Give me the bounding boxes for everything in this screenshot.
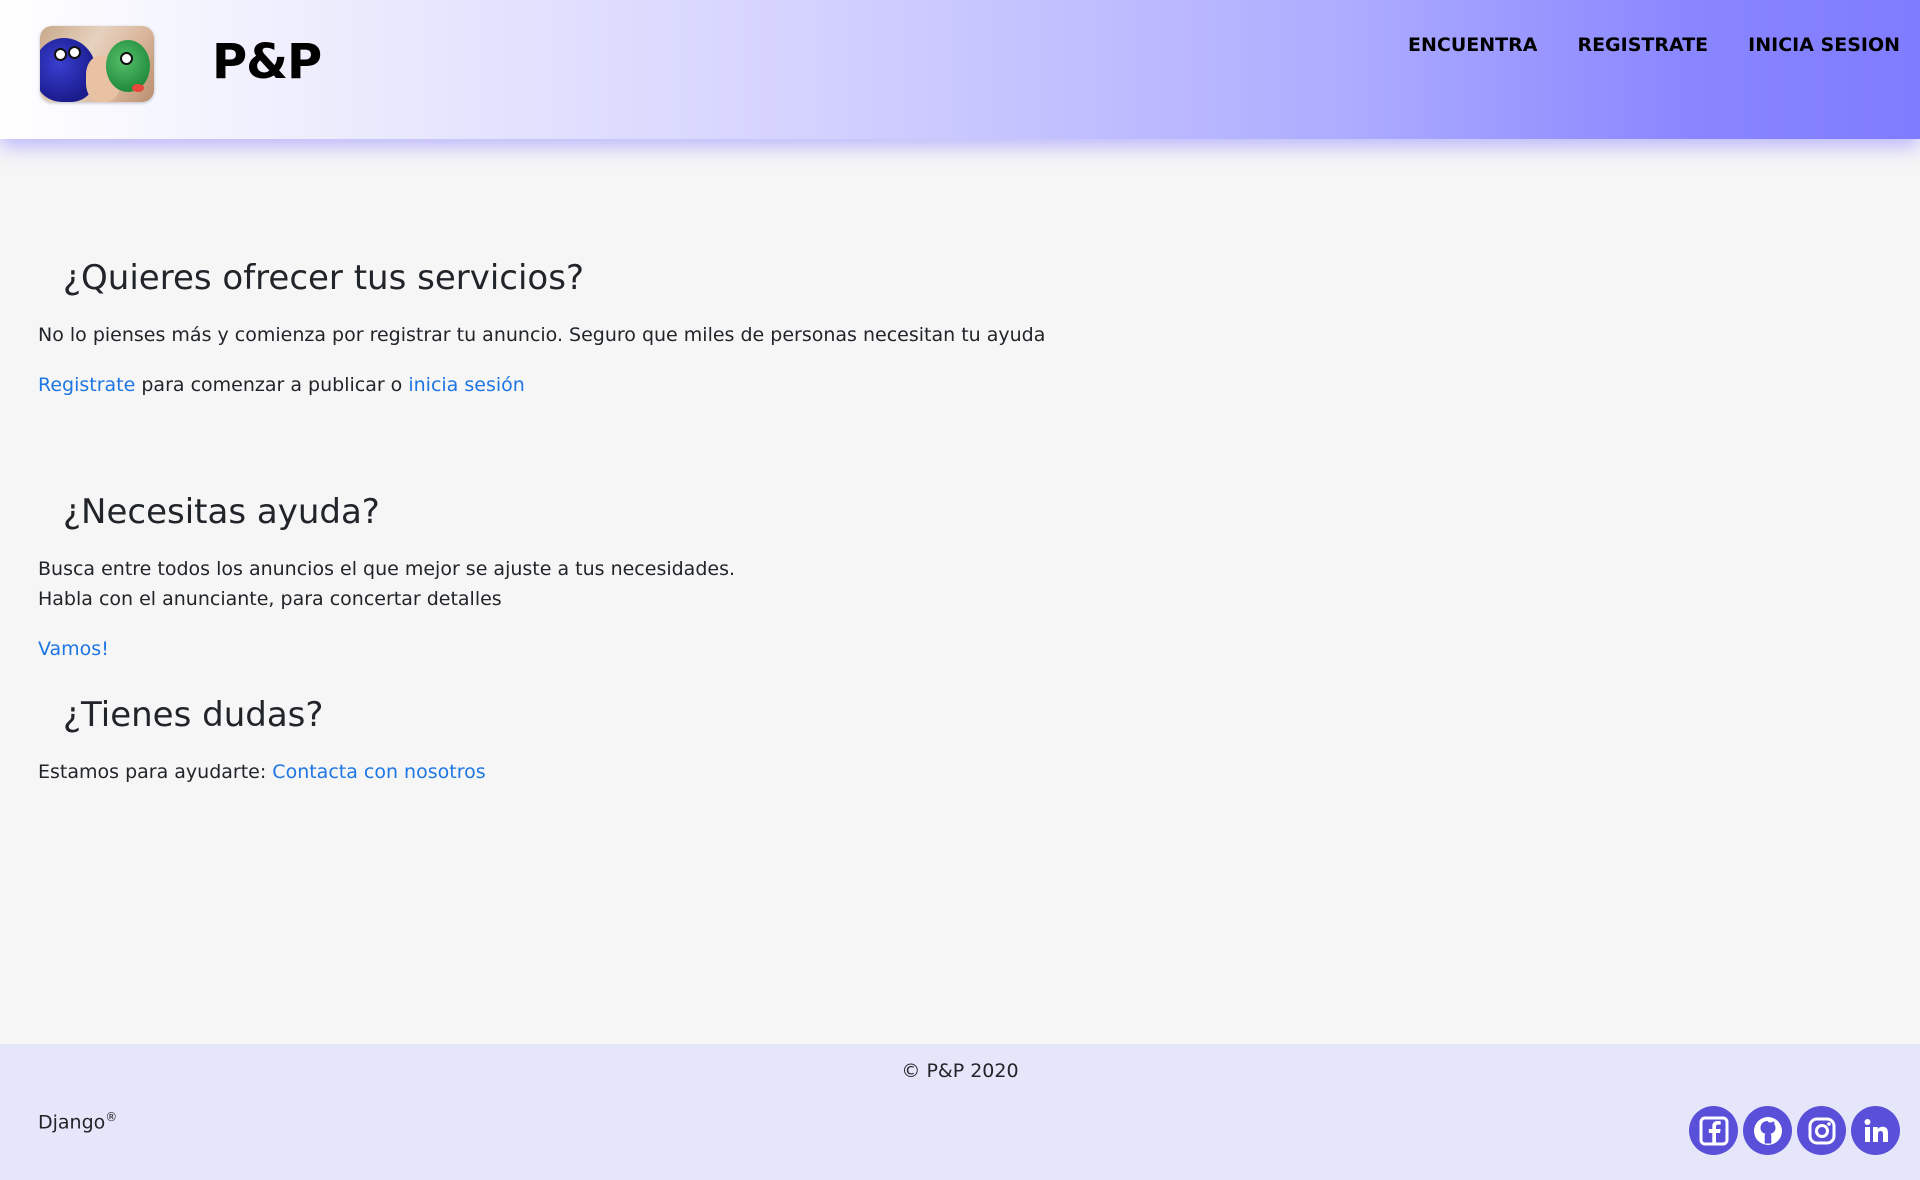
section-title: ¿Quieres ofrecer tus servicios? bbox=[63, 258, 584, 298]
logo-image-detail bbox=[68, 46, 81, 59]
nav-inicia-sesion[interactable]: INICIA SESION bbox=[1748, 34, 1900, 56]
section-offer-services: ¿Quieres ofrecer tus servicios? No lo pi… bbox=[38, 256, 1045, 396]
facebook-icon[interactable] bbox=[1689, 1106, 1738, 1155]
copyright-text: © P&P 2020 bbox=[901, 1060, 1019, 1082]
section-questions: ¿Tienes dudas? Estamos para ayudarte: Co… bbox=[38, 693, 486, 783]
section-title: ¿Necesitas ayuda? bbox=[63, 492, 380, 532]
site-header: P&P ENCUENTRA REGISTRATE INICIA SESION bbox=[0, 0, 1920, 139]
section-text-line: Habla con el anunciante, para concertar … bbox=[38, 588, 502, 610]
registered-mark: ® bbox=[105, 1110, 118, 1124]
section-text: Estamos para ayudarte: Contacta con noso… bbox=[38, 757, 486, 787]
cta-text: Estamos para ayudarte: bbox=[38, 761, 273, 783]
register-link[interactable]: Registrate bbox=[38, 374, 135, 396]
contact-link[interactable]: Contacta con nosotros bbox=[272, 761, 485, 783]
site-logo[interactable] bbox=[40, 26, 154, 102]
section-cta: Registrate para comenzar a publicar o in… bbox=[38, 370, 525, 400]
vamos-link[interactable]: Vamos! bbox=[38, 638, 109, 660]
logo-image-detail bbox=[132, 84, 144, 92]
login-link[interactable]: inicia sesión bbox=[408, 374, 524, 396]
section-text: No lo pienses más y comienza por registr… bbox=[38, 324, 1046, 346]
section-title: ¿Tienes dudas? bbox=[63, 695, 324, 735]
github-icon[interactable] bbox=[1743, 1106, 1792, 1155]
social-links bbox=[1689, 1106, 1900, 1155]
nav-encuentra[interactable]: ENCUENTRA bbox=[1408, 34, 1537, 56]
cta-text: para comenzar a publicar o bbox=[135, 374, 409, 396]
main-nav: ENCUENTRA REGISTRATE INICIA SESION bbox=[1408, 34, 1900, 56]
section-need-help: ¿Necesitas ayuda? Busca entre todos los … bbox=[38, 490, 735, 660]
django-credit: Django® bbox=[38, 1110, 117, 1133]
django-text: Django bbox=[38, 1111, 106, 1134]
logo-image-detail bbox=[120, 52, 133, 65]
section-cta: Vamos! bbox=[38, 634, 109, 664]
logo-image-detail bbox=[106, 40, 150, 92]
section-text-line: Busca entre todos los anuncios el que me… bbox=[38, 558, 736, 580]
linkedin-icon[interactable] bbox=[1851, 1106, 1900, 1155]
brand-title[interactable]: P&P bbox=[212, 34, 322, 90]
logo-image-detail bbox=[54, 48, 67, 61]
instagram-icon[interactable] bbox=[1797, 1106, 1846, 1155]
section-text: Busca entre todos los anuncios el que me… bbox=[38, 554, 735, 614]
nav-registrate[interactable]: REGISTRATE bbox=[1577, 34, 1708, 56]
site-footer: © P&P 2020 Django® bbox=[0, 1044, 1920, 1180]
